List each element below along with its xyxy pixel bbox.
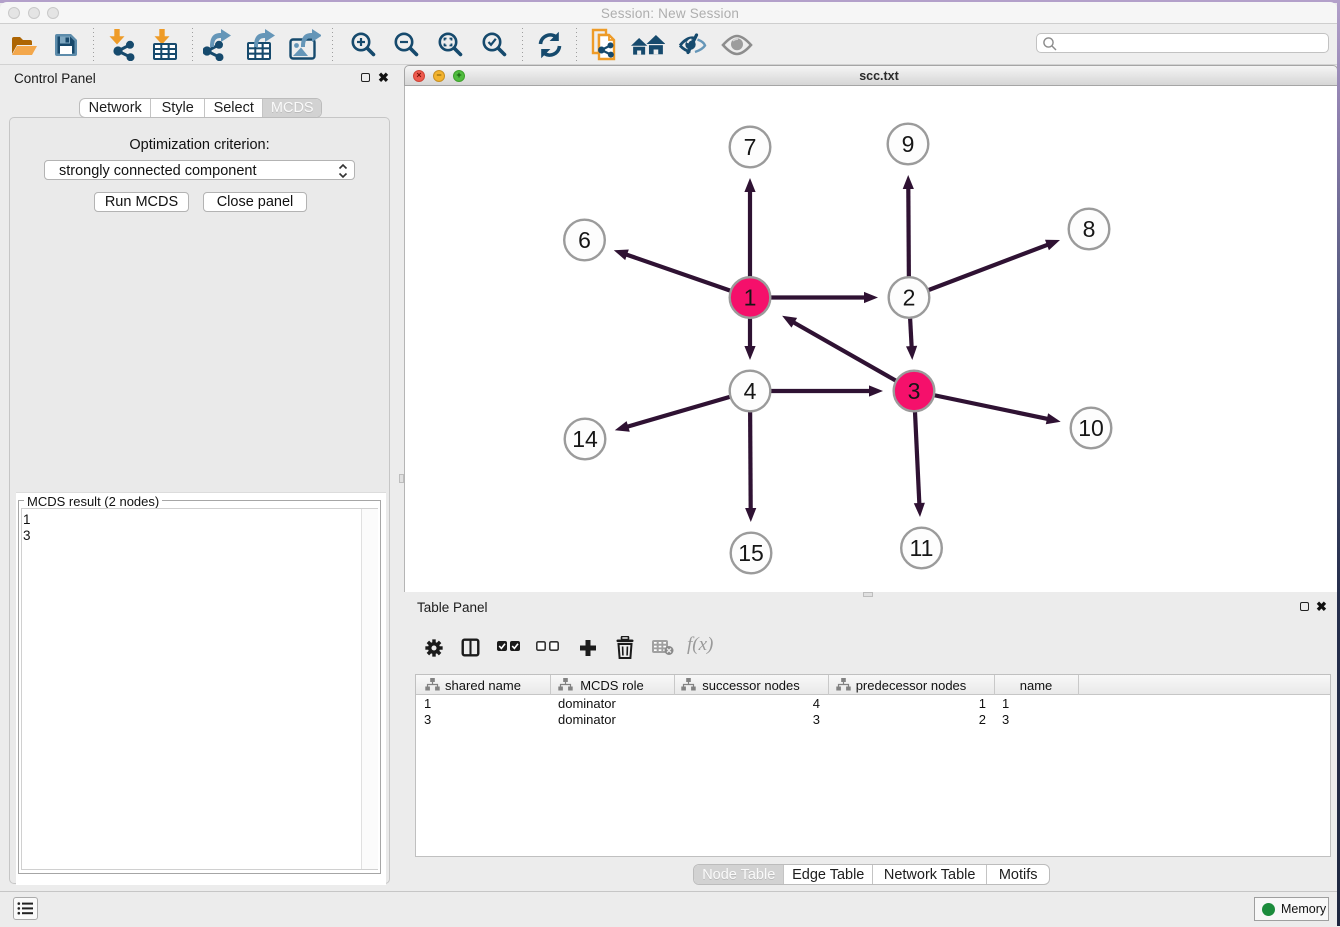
svg-text:9: 9 (902, 131, 915, 157)
svg-text:15: 15 (738, 540, 764, 566)
svg-text:6: 6 (578, 227, 591, 253)
svg-text:8: 8 (1083, 216, 1096, 242)
svg-text:14: 14 (572, 426, 598, 452)
svg-text:11: 11 (910, 535, 934, 561)
svg-text:1: 1 (744, 285, 757, 311)
svg-text:7: 7 (744, 134, 757, 160)
svg-text:2: 2 (903, 285, 916, 311)
svg-text:3: 3 (908, 378, 921, 404)
svg-text:10: 10 (1078, 415, 1104, 441)
svg-text:4: 4 (744, 378, 757, 404)
